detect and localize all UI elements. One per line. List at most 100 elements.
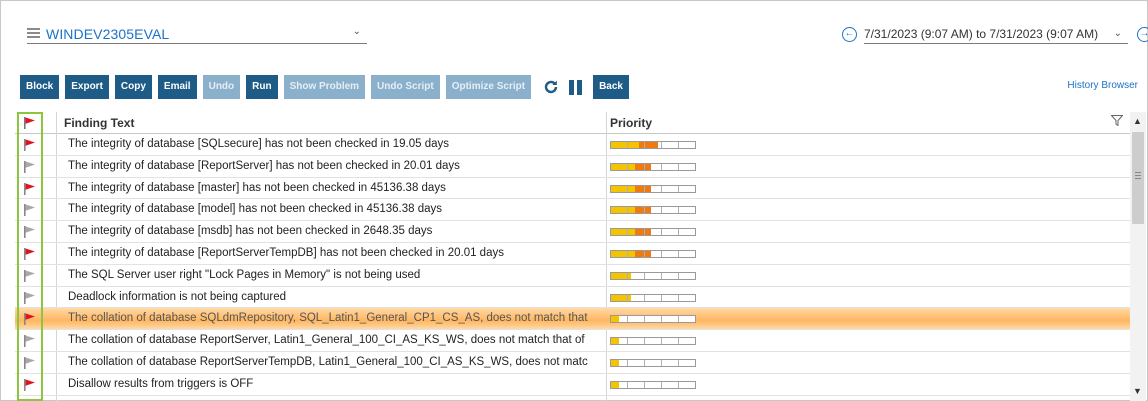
priority-segment (679, 273, 695, 279)
pause-icon[interactable] (565, 75, 585, 99)
flag-icon[interactable] (23, 138, 37, 155)
priority-segment (645, 207, 662, 214)
table-row[interactable]: The collation of database SQLdmRepositor… (15, 308, 1130, 331)
server-dropdown[interactable]: WINDEV2305EVAL ⌄ (27, 24, 367, 44)
priority-segment (679, 338, 695, 344)
arrow-left-circle-icon[interactable]: ← (842, 26, 857, 42)
priority-bar (610, 162, 696, 171)
export-button[interactable]: Export (65, 75, 109, 99)
finding-text: The collation of database SQLdmRepositor… (68, 312, 588, 325)
refresh-icon[interactable] (541, 75, 561, 99)
priority-segment (645, 381, 662, 388)
column-header-priority[interactable]: Priority (610, 116, 652, 130)
priority-segment (628, 272, 645, 279)
undo-script-button[interactable]: Undo Script (371, 75, 440, 99)
table-row[interactable]: The collation of database ReportServer, … (15, 330, 1130, 352)
priority-bar (610, 184, 696, 193)
date-range-picker: ← 7/31/2023 (9:07 AM) to 7/31/2023 (9:07… (842, 24, 1148, 44)
priority-segment (662, 338, 679, 345)
table-row[interactable]: The integrity of database [ReportServerT… (15, 243, 1130, 265)
vertical-scrollbar[interactable]: ▲ ▼ (1130, 112, 1146, 401)
priority-segment (628, 142, 645, 148)
flag-icon[interactable] (23, 378, 37, 395)
filter-icon[interactable] (1110, 115, 1124, 129)
history-browser-link[interactable]: History Browser (1067, 80, 1138, 91)
date-range-dropdown[interactable]: 7/31/2023 (9:07 AM) to 7/31/2023 (9:07 A… (864, 24, 1128, 44)
chevron-down-icon: ⌄ (1113, 28, 1122, 39)
table-row[interactable]: The integrity of database [model] has no… (15, 199, 1130, 222)
undo-button[interactable]: Undo (202, 75, 241, 99)
priority-segment (645, 185, 662, 192)
finding-text: Deadlock information is not being captur… (68, 290, 286, 303)
flag-icon[interactable] (23, 182, 37, 199)
priority-segment (662, 359, 679, 366)
priority-segment (679, 207, 695, 213)
flag-icon[interactable] (23, 356, 37, 373)
priority-segment (611, 142, 628, 148)
priority-segment (645, 359, 662, 366)
flag-icon[interactable] (23, 269, 37, 286)
finding-text: Disallow results from triggers is OFF (68, 377, 254, 390)
flag-icon[interactable] (23, 203, 37, 220)
column-header-finding-text[interactable]: Finding Text (64, 116, 134, 130)
flag-icon[interactable] (23, 225, 37, 242)
optimize-script-button[interactable]: Optimize Script (445, 75, 532, 99)
grid-header: Finding Text Priority (15, 112, 1130, 134)
arrow-right-circle-icon[interactable]: → (1137, 26, 1148, 42)
flag-icon[interactable] (23, 160, 37, 177)
priority-segment (645, 142, 662, 148)
priority-segment (662, 207, 679, 214)
priority-bar (610, 271, 696, 280)
table-row[interactable]: The integrity of database [master] has n… (15, 178, 1130, 200)
flag-icon[interactable] (23, 116, 37, 133)
finding-text: The integrity of database [master] has n… (68, 181, 446, 194)
priority-segment (628, 316, 645, 323)
priority-segment (628, 338, 645, 345)
flag-icon[interactable] (23, 334, 37, 351)
copy-button[interactable]: Copy (114, 75, 152, 99)
priority-segment (645, 338, 662, 345)
table-row[interactable]: The integrity of database [msdb] has not… (15, 221, 1130, 243)
scrollbar-thumb[interactable] (1132, 132, 1144, 224)
priority-segment (662, 272, 679, 279)
scroll-down-icon[interactable]: ▼ (1133, 386, 1142, 396)
priority-segment (662, 250, 679, 257)
priority-segment (662, 381, 679, 388)
table-row[interactable]: The integrity of database [ReportServer]… (15, 156, 1130, 178)
priority-bar (610, 228, 696, 237)
priority-segment (645, 229, 662, 236)
table-row[interactable]: The collation of database ReportServerTe… (15, 352, 1130, 374)
flag-icon[interactable] (23, 291, 37, 308)
priority-segment (645, 250, 662, 257)
finding-text: The integrity of database [ReportServerT… (68, 246, 504, 259)
toolbar: Block Export Copy Email Undo Run Show Problem U… (20, 75, 635, 99)
priority-segment (628, 381, 645, 388)
priority-segment (679, 316, 695, 322)
findings-grid: Finding Text Priority The integrity of d… (15, 112, 1148, 401)
table-row[interactable]: The integrity of database [SQLsecure] ha… (15, 134, 1130, 156)
priority-segment (611, 229, 628, 236)
priority-bar (610, 358, 696, 367)
chevron-down-icon: ⌄ (352, 26, 361, 37)
priority-segment (662, 163, 679, 170)
priority-segment (628, 250, 645, 257)
flag-icon[interactable] (23, 312, 37, 329)
priority-segment (628, 359, 645, 366)
priority-bar (610, 293, 696, 302)
priority-segment (679, 360, 695, 366)
priority-segment (611, 163, 628, 170)
show-problem-button[interactable]: Show Problem (283, 75, 366, 99)
table-row[interactable]: Disallow results from triggers is OFF (15, 374, 1130, 396)
scroll-up-icon[interactable]: ▲ (1133, 116, 1142, 126)
block-button[interactable]: Block (20, 75, 60, 99)
grid-body: The integrity of database [SQLsecure] ha… (15, 134, 1130, 396)
flag-icon[interactable] (23, 247, 37, 264)
back-button[interactable]: Back (593, 75, 629, 99)
priority-segment (679, 142, 695, 148)
run-button[interactable]: Run (246, 75, 278, 99)
finding-text: The integrity of database [SQLsecure] ha… (68, 138, 450, 150)
table-row[interactable]: Deadlock information is not being captur… (15, 287, 1130, 309)
priority-segment (611, 359, 628, 366)
email-button[interactable]: Email (157, 75, 197, 99)
table-row[interactable]: The SQL Server user right "Lock Pages in… (15, 265, 1130, 287)
